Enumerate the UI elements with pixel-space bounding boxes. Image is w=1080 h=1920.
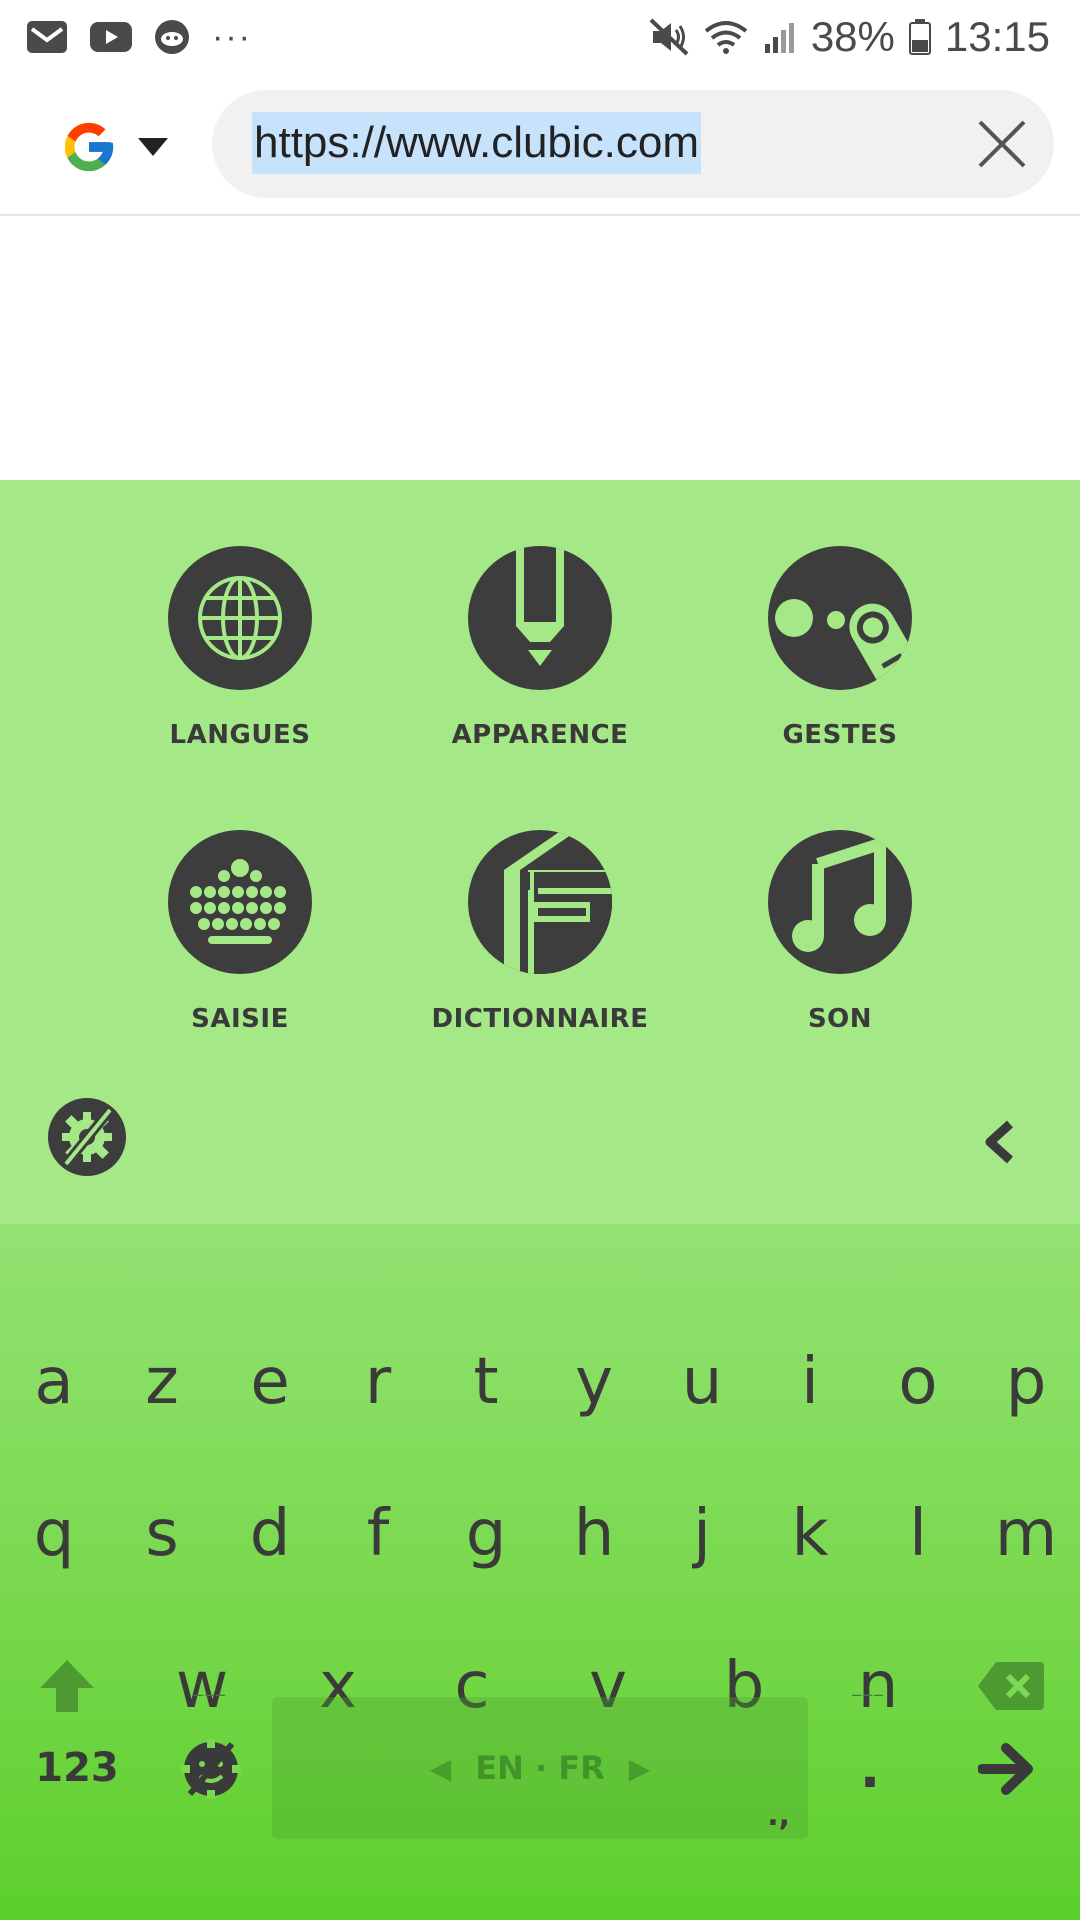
key[interactable]: j xyxy=(648,1464,756,1604)
tile-label: GESTES xyxy=(782,720,898,750)
status-left: ··· xyxy=(26,18,274,57)
key[interactable]: a xyxy=(0,1312,108,1452)
key[interactable]: t xyxy=(432,1312,540,1452)
key-row-2: q s d f g h j k l m xyxy=(0,1464,1080,1604)
status-right: 38% 13:15 xyxy=(635,13,1050,61)
tile-label: APPARENCE xyxy=(451,720,629,750)
tile-languages[interactable]: LANGUES xyxy=(120,546,360,776)
close-icon[interactable] xyxy=(974,116,1030,172)
keyboard: a z e r t y u i o p q s d f g h j k l m … xyxy=(0,1224,1080,1920)
key[interactable]: g xyxy=(432,1464,540,1604)
chevron-left-icon[interactable] xyxy=(980,1120,1020,1164)
key[interactable]: h xyxy=(540,1464,648,1604)
key[interactable]: w xyxy=(148,1616,256,1756)
youtube-icon xyxy=(90,22,132,52)
key[interactable]: k xyxy=(756,1464,864,1604)
globe-icon xyxy=(168,546,312,690)
settings-disabled-icon[interactable] xyxy=(48,1098,126,1176)
battery-percent: 38% xyxy=(810,13,895,60)
tile-label: SAISIE xyxy=(191,1004,289,1034)
key[interactable]: y xyxy=(540,1312,648,1452)
keyboard-icon xyxy=(168,830,312,974)
url-input[interactable]: https://www.clubic.com xyxy=(212,90,1054,198)
brush-icon xyxy=(468,546,612,690)
keyboard-settings-panel: LANGUES APPARENCE GESTES SAISIE DICTIONN… xyxy=(0,480,1080,1224)
music-note-icon xyxy=(768,830,912,974)
chevron-left-icon: ◀ xyxy=(429,1751,452,1785)
key[interactable]: u xyxy=(648,1312,756,1452)
key[interactable]: i xyxy=(756,1312,864,1452)
tile-typing[interactable]: SAISIE xyxy=(120,830,360,1060)
tile-label: LANGUES xyxy=(169,720,311,750)
space-punctuation-hint: ., xyxy=(767,1798,790,1833)
web-page-content xyxy=(0,216,1080,480)
tile-label: DICTIONNAIRE xyxy=(431,1004,649,1034)
key[interactable]: s xyxy=(108,1464,216,1604)
clock: 13:15 xyxy=(944,13,1050,60)
search-engine-selector[interactable] xyxy=(60,112,180,182)
enter-arrow-icon[interactable] xyxy=(978,1742,1036,1796)
chevron-right-icon: ▶ xyxy=(628,1751,651,1785)
emoji-disabled-icon[interactable] xyxy=(180,1738,242,1800)
period-key[interactable]: . xyxy=(820,1697,920,1839)
reddit-icon xyxy=(155,20,189,54)
tile-appearance[interactable]: APPARENCE xyxy=(420,546,660,776)
key[interactable]: r xyxy=(324,1312,432,1452)
hint-marks-left: ‾‾‾ xyxy=(194,1692,227,1713)
mute-icon xyxy=(649,18,689,56)
key[interactable]: d xyxy=(216,1464,324,1604)
gesture-icon xyxy=(768,546,912,690)
backspace-icon[interactable] xyxy=(978,1660,1044,1712)
key[interactable]: f xyxy=(324,1464,432,1604)
url-bar: https://www.clubic.com xyxy=(0,74,1080,216)
battery-icon xyxy=(908,19,931,55)
key[interactable]: z xyxy=(108,1312,216,1452)
numbers-key[interactable]: 123 xyxy=(22,1697,132,1839)
key[interactable]: e xyxy=(216,1312,324,1452)
chevron-down-icon xyxy=(138,138,168,156)
tile-sound[interactable]: SON xyxy=(720,830,960,1060)
tile-dictionary[interactable]: DICTIONNAIRE xyxy=(420,830,660,1060)
tile-label: SON xyxy=(807,1004,873,1034)
mail-icon xyxy=(27,21,67,53)
key[interactable]: p xyxy=(972,1312,1080,1452)
key[interactable]: o xyxy=(864,1312,972,1452)
key[interactable]: q xyxy=(0,1464,108,1604)
url-text[interactable]: https://www.clubic.com xyxy=(252,112,702,174)
key[interactable]: m xyxy=(972,1464,1080,1604)
more-icon: ··· xyxy=(212,17,252,56)
signal-icon xyxy=(764,23,794,53)
tile-gestures[interactable]: GESTES xyxy=(720,546,960,776)
space-language-label: EN · FR xyxy=(475,1749,605,1787)
space-key[interactable]: ◀ EN · FR ▶ ., xyxy=(272,1697,808,1839)
status-bar: ··· 38% 13:15 xyxy=(0,0,1080,74)
book-icon xyxy=(468,830,612,974)
google-g-icon xyxy=(64,122,114,172)
wifi-icon xyxy=(704,21,748,54)
key[interactable]: l xyxy=(864,1464,972,1604)
key-row-1: a z e r t y u i o p xyxy=(0,1312,1080,1452)
